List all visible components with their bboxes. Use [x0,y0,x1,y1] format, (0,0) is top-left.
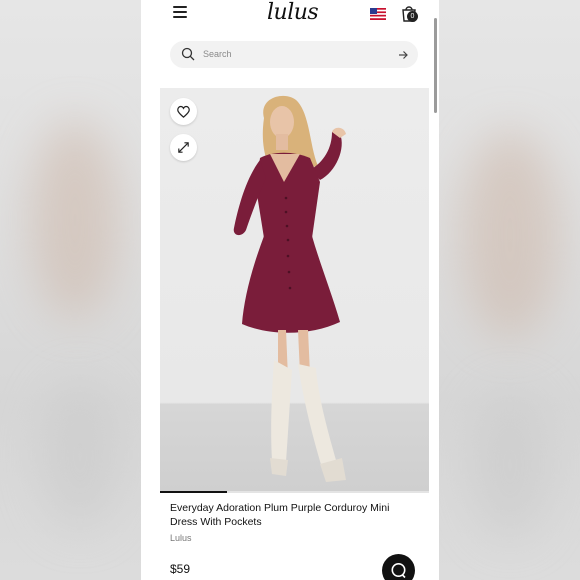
search-placeholder: Search [203,49,232,59]
cart-count-badge: 0 [407,11,418,22]
scrollbar[interactable] [434,18,437,113]
us-flag-icon[interactable] [370,8,386,20]
product-image[interactable] [160,88,429,491]
product-price: $59 [170,562,191,576]
chat-icon [391,563,406,579]
gallery-progress-fill [160,491,228,493]
brand-name[interactable]: Lulus [170,533,192,543]
mobile-page: lulus 0 Search Everyday Adoration Plum P… [141,0,439,580]
search-bar[interactable]: Search [170,41,418,68]
background-blur [460,130,560,340]
site-logo[interactable]: lulus [267,0,319,25]
product-photo [233,95,346,482]
background-blur [40,380,120,530]
background-blur [30,120,120,320]
arrow-right-icon[interactable] [398,50,408,60]
chat-button[interactable] [382,554,415,580]
background-blur [470,390,550,540]
gallery-progress [160,491,429,493]
wishlist-button[interactable] [170,98,197,125]
hamburger-menu-icon[interactable] [173,6,187,18]
search-icon [181,47,195,61]
product-title: Everyday Adoration Plum Purple Corduroy … [170,502,390,528]
expand-image-button[interactable] [170,134,197,161]
heart-icon [177,105,190,118]
expand-icon [178,142,189,153]
site-header: lulus 0 [141,0,439,28]
